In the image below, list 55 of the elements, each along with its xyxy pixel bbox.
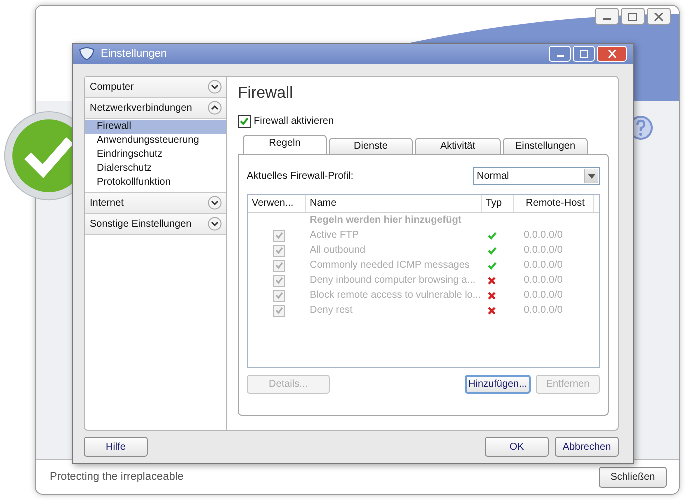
close-button[interactable] (647, 8, 671, 25)
table-cell-text: 0.0.0.0/0 (523, 230, 564, 241)
section-heading: Firewall (238, 85, 294, 104)
table-cell-text: All outbound (309, 245, 367, 256)
help-button[interactable]: Hilfe (84, 437, 148, 457)
tab[interactable]: Einstellungen (503, 138, 588, 154)
maximize-button[interactable] (621, 8, 645, 25)
sidebar-item[interactable]: Protokollfunktion (85, 176, 226, 190)
group-label: Netzwerkverbindungen (90, 102, 192, 114)
tab[interactable]: Aktivität (415, 138, 501, 154)
table-cell-text: Commonly needed ICMP messages (309, 260, 471, 271)
sidebar-group[interactable]: Netzwerkverbindungen (85, 98, 226, 119)
maximize-icon (580, 50, 588, 58)
sidebar-group[interactable]: Internet (85, 193, 226, 214)
column-header[interactable]: Verwen... (248, 195, 306, 212)
window-title: Einstellungen (101, 48, 168, 60)
sidebar-item[interactable]: Anwendungssteuerung (85, 134, 226, 148)
table-cell-text: 0.0.0.0/0 (523, 245, 564, 256)
checkbox[interactable] (238, 115, 251, 128)
dropdown-arrow-icon (588, 174, 596, 178)
sidebar-item[interactable]: Dialerschutz (85, 162, 226, 176)
checkbox-label: Firewall aktivieren (254, 116, 334, 127)
placeholder-text: Regeln werden hier hinzugefügt (309, 215, 462, 226)
dialog-button[interactable]: OK (485, 437, 549, 457)
table-cell-text: 0.0.0.0/0 (523, 290, 564, 301)
table-cell-text: Block remote access to vulnerable lo... (309, 290, 482, 301)
minimize-button[interactable] (595, 8, 619, 25)
action-button[interactable]: Hinzufügen... (465, 375, 531, 394)
table-cell-text: Deny rest (309, 305, 354, 316)
sidebar-item[interactable]: Eindringschutz (85, 148, 226, 162)
group-label: Sonstige Einstellungen (90, 218, 192, 230)
close-button[interactable]: Schließen (599, 466, 667, 488)
table-cell-text: 0.0.0.0/0 (523, 260, 564, 271)
profile-label: Aktuelles Firewall-Profil: (247, 170, 354, 182)
close-icon (654, 12, 664, 20)
table-cell-text: 0.0.0.0/0 (523, 305, 564, 316)
maximize-icon (628, 12, 638, 20)
table-cell-text: Deny inbound computer browsing a... (309, 275, 477, 286)
group-label: Computer (90, 82, 134, 92)
sidebar-group[interactable]: Computer (85, 77, 226, 98)
close-icon (608, 50, 616, 58)
table-cell-text: 0.0.0.0/0 (523, 275, 564, 286)
column-header[interactable]: Remote-Host (514, 195, 594, 212)
shield-icon (79, 47, 95, 61)
tab[interactable]: Dienste (329, 138, 413, 154)
sidebar-group[interactable]: Sonstige Einstellungen (85, 214, 226, 235)
table-cell-text: Active FTP (309, 230, 360, 241)
tab[interactable]: Regeln (243, 135, 327, 154)
dialog-button[interactable]: Abbrechen (555, 437, 619, 457)
tagline-text: Protecting the irreplaceable (50, 471, 184, 483)
profile-dropdown[interactable]: Normal (473, 167, 600, 185)
group-label: Internet (90, 198, 124, 208)
column-header[interactable]: Typ (482, 195, 514, 212)
column-header[interactable]: Name (306, 195, 482, 212)
sidebar-item[interactable]: Firewall (85, 120, 226, 134)
